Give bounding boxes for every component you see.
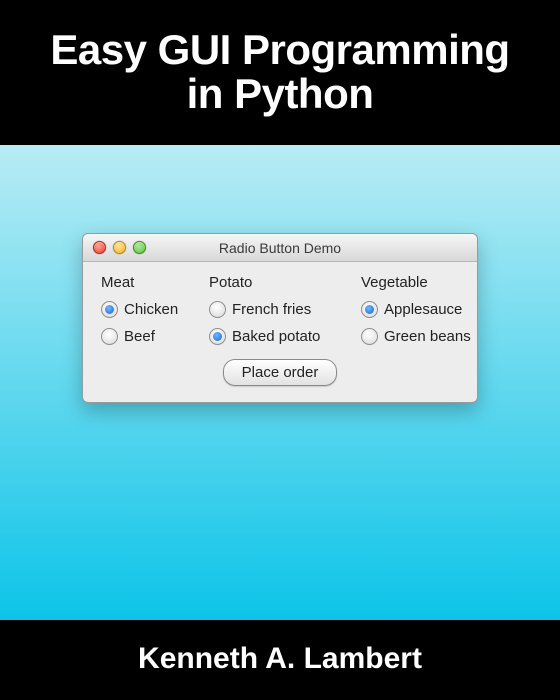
radio-label: Chicken	[124, 301, 178, 318]
author-name: Kenneth A. Lambert	[0, 642, 560, 676]
window-titlebar: Radio Button Demo	[83, 234, 477, 262]
radio-icon	[101, 328, 118, 345]
title-line-1: Easy GUI Programming	[0, 28, 560, 72]
radio-label: Baked potato	[232, 328, 320, 345]
radio-baked-potato[interactable]: Baked potato	[209, 328, 349, 345]
radio-label: French fries	[232, 301, 311, 318]
zoom-icon[interactable]	[133, 241, 146, 254]
column-vegetable-header: Vegetable	[361, 274, 481, 291]
author-block: Kenneth A. Lambert	[0, 620, 560, 700]
radio-icon	[101, 301, 118, 318]
column-vegetable: Vegetable Applesauce Green beans	[361, 274, 481, 355]
radio-icon	[361, 301, 378, 318]
window-title: Radio Button Demo	[219, 240, 341, 256]
radio-label: Beef	[124, 328, 155, 345]
book-cover: Easy GUI Programming in Python Radio But…	[0, 0, 560, 700]
radio-french-fries[interactable]: French fries	[209, 301, 349, 318]
radio-icon	[361, 328, 378, 345]
middle-panel: Radio Button Demo Meat Chicken Beef	[0, 145, 560, 620]
radio-label: Green beans	[384, 328, 471, 345]
column-potato: Potato French fries Baked potato	[209, 274, 349, 355]
radio-icon	[209, 328, 226, 345]
column-meat-header: Meat	[101, 274, 197, 291]
radio-columns: Meat Chicken Beef Potato	[101, 274, 459, 355]
button-row: Place order	[101, 359, 459, 386]
title-line-2: in Python	[0, 72, 560, 116]
traffic-lights	[93, 241, 146, 254]
window-body: Meat Chicken Beef Potato	[83, 262, 477, 402]
radio-green-beans[interactable]: Green beans	[361, 328, 481, 345]
column-meat: Meat Chicken Beef	[101, 274, 197, 355]
radio-beef[interactable]: Beef	[101, 328, 197, 345]
radio-applesauce[interactable]: Applesauce	[361, 301, 481, 318]
close-icon[interactable]	[93, 241, 106, 254]
radio-chicken[interactable]: Chicken	[101, 301, 197, 318]
minimize-icon[interactable]	[113, 241, 126, 254]
title-block: Easy GUI Programming in Python	[0, 0, 560, 145]
place-order-button[interactable]: Place order	[223, 359, 338, 386]
column-potato-header: Potato	[209, 274, 349, 291]
demo-window: Radio Button Demo Meat Chicken Beef	[82, 233, 478, 403]
radio-label: Applesauce	[384, 301, 462, 318]
radio-icon	[209, 301, 226, 318]
